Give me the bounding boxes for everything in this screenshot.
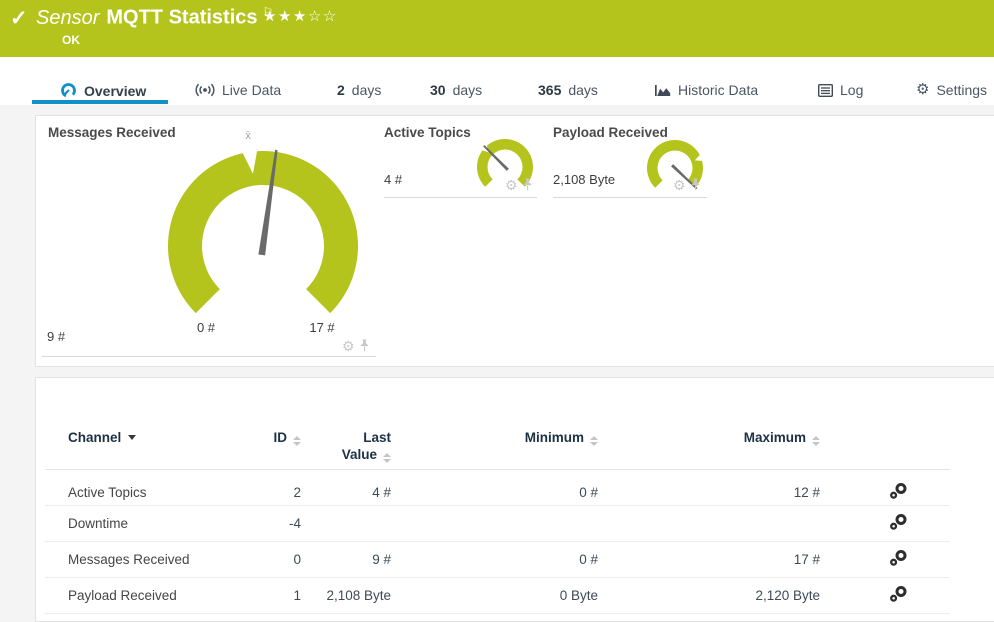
tab-log-label: Log — [840, 82, 864, 98]
page-title: MQTT Statistics — [106, 6, 258, 29]
sort-icon — [293, 436, 301, 446]
tab-30-days-unit: days — [452, 82, 483, 98]
payload-received-gauge — [647, 140, 704, 190]
gauge-icon — [61, 83, 76, 98]
table-row: Messages Received 0 9 # 0 # 17 # — [45, 541, 950, 578]
messages-received-widget-icons: ⚙ — [342, 339, 370, 353]
table-row: Active Topics 2 4 # 0 # 12 # — [45, 469, 950, 506]
active-topics-title: Active Topics — [384, 125, 471, 140]
tab-30-days[interactable]: 30 days — [430, 82, 482, 98]
widget-pin-icon[interactable] — [522, 178, 533, 191]
channel-id: -4 — [253, 505, 301, 542]
sort-icon — [383, 453, 391, 463]
live-data-icon — [195, 83, 215, 97]
priority-stars[interactable]: ★★★☆☆ — [263, 7, 338, 25]
channel-name: Payload Received — [45, 577, 253, 614]
payload-received-value: 2,108 Byte — [553, 172, 616, 187]
gauges-panel: Messages Received x̄ 0 # 17 # 9 # ⚙ Acti… — [35, 115, 994, 367]
tab-365-days-unit: days — [568, 82, 598, 98]
gauge-min-label: 0 # — [196, 320, 216, 335]
widget-divider — [553, 197, 707, 198]
column-header-channel[interactable]: Channel — [45, 423, 253, 470]
tab-historic-data-label: Historic Data — [678, 82, 759, 98]
tab-30-days-number: 30 — [430, 82, 446, 98]
tab-bar: Overview Live Data 2 days 30 days 365 da… — [0, 57, 994, 105]
channel-settings-icon[interactable] — [889, 585, 908, 606]
channel-maximum: 12 # — [598, 469, 820, 506]
log-icon — [818, 83, 833, 97]
channel-settings-icon[interactable] — [889, 549, 908, 570]
active-topics-value: 4 # — [384, 172, 403, 187]
svg-text:x̄: x̄ — [245, 130, 251, 142]
table-row: Payload Received 1 2,108 Byte 0 Byte 2,1… — [45, 577, 950, 614]
channel-minimum: 0 # — [391, 541, 598, 578]
tab-log[interactable]: Log — [818, 82, 863, 98]
channel-id: 2 — [253, 469, 301, 506]
channel-minimum: 0 Byte — [391, 577, 598, 614]
channel-last-value: 2,108 Byte — [301, 577, 391, 614]
tab-365-days[interactable]: 365 days — [538, 82, 598, 98]
messages-received-value: 9 # — [47, 329, 66, 344]
column-header-last-value[interactable]: Last Value — [301, 423, 391, 470]
gauge-max-label: 17 # — [309, 320, 335, 335]
channel-minimum — [391, 505, 598, 542]
historic-chart-icon — [655, 84, 671, 96]
sort-desc-icon — [128, 435, 137, 440]
widget-divider — [384, 197, 537, 198]
channel-id: 1 — [253, 577, 301, 614]
channel-last-value — [301, 505, 391, 542]
channel-name: Downtime — [45, 505, 253, 542]
tab-365-days-number: 365 — [538, 82, 562, 98]
tab-overview[interactable]: Overview — [60, 82, 146, 99]
table-row: Downtime -4 — [45, 505, 950, 542]
widget-gear-icon[interactable]: ⚙ — [673, 178, 686, 192]
status-check-icon: ✓ — [10, 7, 28, 30]
tab-live-data[interactable]: Live Data — [195, 82, 281, 98]
widget-pin-icon[interactable] — [690, 178, 701, 191]
widget-pin-icon[interactable] — [359, 339, 370, 352]
channels-panel: Channel ID Last Value Minimum Maximum Ac… — [35, 377, 994, 622]
gear-icon: ⚙ — [916, 81, 930, 98]
channel-maximum: 2,120 Byte — [598, 577, 820, 614]
tab-settings-label: Settings — [936, 82, 988, 98]
channel-maximum: 17 # — [598, 541, 820, 578]
channel-maximum — [598, 505, 820, 542]
channel-last-value: 4 # — [301, 469, 391, 506]
tab-2-days-unit: days — [351, 82, 382, 98]
widget-gear-icon[interactable]: ⚙ — [505, 178, 518, 192]
sensor-header-banner: ✓ Sensor MQTT Statistics ⚐ ★★★☆☆ OK — [0, 0, 994, 57]
channel-name: Messages Received — [45, 541, 253, 578]
payload-received-widget-icons: ⚙ — [673, 178, 701, 192]
stars-empty: ☆☆ — [307, 8, 338, 25]
tab-overview-label: Overview — [84, 82, 147, 99]
stars-filled: ★★★ — [263, 8, 308, 25]
status-badge: OK — [62, 33, 80, 47]
tab-2-days-number: 2 — [337, 82, 345, 98]
tab-historic-data[interactable]: Historic Data — [655, 82, 758, 98]
channel-name: Active Topics — [45, 469, 253, 506]
sensor-kind-label: Sensor — [36, 6, 100, 29]
sort-icon — [590, 436, 598, 446]
channel-settings-icon[interactable] — [889, 513, 908, 534]
column-header-id[interactable]: ID — [253, 423, 301, 470]
channel-minimum: 0 # — [391, 469, 598, 506]
active-topics-widget-icons: ⚙ — [505, 178, 533, 192]
channel-settings-icon[interactable] — [889, 482, 908, 503]
sensor-title-line: Sensor MQTT Statistics ⚐ — [36, 5, 273, 30]
messages-received-gauge: x̄ — [168, 130, 358, 314]
widget-divider — [42, 356, 376, 357]
sort-icon — [812, 436, 820, 446]
column-header-minimum[interactable]: Minimum — [391, 423, 598, 470]
widget-gear-icon[interactable]: ⚙ — [342, 339, 355, 353]
channel-id: 0 — [253, 541, 301, 578]
column-header-actions — [820, 423, 950, 470]
channels-table: Channel ID Last Value Minimum Maximum Ac… — [45, 423, 950, 614]
table-header-row: Channel ID Last Value Minimum Maximum — [45, 423, 950, 470]
active-tab-underline — [32, 100, 168, 104]
channel-last-value: 9 # — [301, 541, 391, 578]
column-header-maximum[interactable]: Maximum — [598, 423, 820, 470]
tab-2-days[interactable]: 2 days — [337, 82, 381, 98]
tab-live-data-label: Live Data — [222, 82, 282, 98]
tab-settings[interactable]: ⚙ Settings — [916, 82, 987, 98]
